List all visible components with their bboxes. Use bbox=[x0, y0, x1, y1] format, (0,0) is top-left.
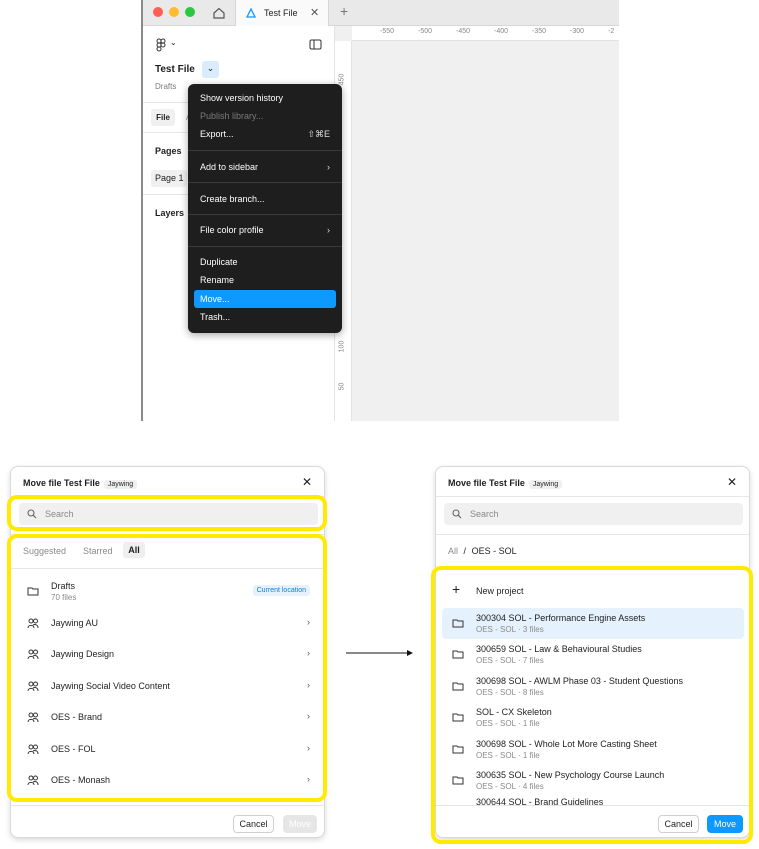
pages-label: Pages bbox=[155, 146, 182, 156]
breadcrumb-separator: / bbox=[463, 546, 467, 556]
menu-item-publish-library: Publish library... bbox=[200, 111, 264, 121]
ruler-tick-label: 450 bbox=[338, 73, 346, 86]
chevron-down-icon: ⌄ bbox=[206, 63, 215, 73]
search-highlight bbox=[7, 495, 327, 531]
ruler-tick-label: 100 bbox=[338, 340, 346, 353]
menu-item-file-color-profile[interactable]: File color profile › bbox=[194, 221, 336, 239]
menu-item-trash[interactable]: Trash... bbox=[194, 308, 336, 326]
shortcut-label: ⇧⌘E bbox=[307, 129, 330, 139]
dialog-title: Move file Test File Jaywing bbox=[448, 476, 563, 490]
tab-title: Test File bbox=[264, 8, 298, 18]
dialog-title-text: Move file Test File bbox=[23, 478, 100, 488]
tab-file[interactable]: File bbox=[151, 109, 175, 126]
page-item[interactable]: Page 1 bbox=[151, 170, 187, 187]
file-context-menu: Show version history Publish library... … bbox=[188, 84, 342, 333]
chevron-down-icon[interactable]: ⌄ bbox=[170, 38, 177, 47]
menu-item-rename[interactable]: Rename bbox=[194, 271, 336, 289]
file-location[interactable]: Drafts bbox=[155, 82, 176, 91]
ruler-tick-label: -400 bbox=[494, 28, 509, 35]
arrow-right-icon bbox=[346, 650, 413, 656]
breadcrumb-all[interactable]: All bbox=[448, 546, 458, 556]
project-list-highlight bbox=[431, 566, 753, 844]
file-menu-chevron-button[interactable]: ⌄ bbox=[202, 61, 219, 78]
ruler-tick-label: -500 bbox=[418, 28, 433, 35]
close-window-icon[interactable] bbox=[153, 7, 163, 17]
minimize-window-icon[interactable] bbox=[169, 7, 179, 17]
menu-item-create-branch[interactable]: Create branch... bbox=[194, 190, 336, 208]
chevron-right-icon: › bbox=[327, 225, 330, 235]
menu-item-show-version-history[interactable]: Show version history bbox=[194, 89, 336, 107]
ruler-tick-label: -300 bbox=[570, 28, 585, 35]
ruler-tick-label: -350 bbox=[532, 28, 547, 35]
breadcrumb: All / OES - SOL bbox=[448, 546, 517, 556]
menu-separator bbox=[188, 214, 342, 215]
canvas[interactable] bbox=[335, 26, 619, 421]
divider bbox=[11, 805, 324, 806]
figma-file-icon bbox=[245, 7, 257, 18]
menu-item-duplicate[interactable]: Duplicate bbox=[194, 253, 336, 271]
ruler-top: -550 -500 -450 -400 -350 -300 -2 bbox=[352, 26, 619, 41]
menu-item-move[interactable]: Move... bbox=[194, 290, 336, 308]
menu-item-label: File color profile bbox=[200, 225, 264, 235]
ruler-tick-label: -2 bbox=[608, 28, 615, 35]
layers-label: Layers bbox=[155, 208, 185, 218]
home-icon[interactable] bbox=[212, 6, 226, 20]
divider bbox=[436, 534, 749, 535]
chevron-right-icon: › bbox=[327, 162, 330, 172]
breadcrumb-current: OES - SOL bbox=[471, 546, 517, 556]
menu-separator bbox=[188, 246, 342, 247]
menu-item-label: Add to sidebar bbox=[200, 162, 259, 172]
dialog-title-text: Move file Test File bbox=[448, 478, 525, 488]
maximize-window-icon[interactable] bbox=[185, 7, 195, 17]
team-badge: Jaywing bbox=[103, 480, 138, 489]
divider bbox=[436, 496, 749, 497]
menu-item-add-to-sidebar[interactable]: Add to sidebar › bbox=[194, 158, 336, 176]
new-tab-icon[interactable]: + bbox=[340, 3, 348, 19]
menu-separator bbox=[188, 150, 342, 151]
move-button[interactable]: Move bbox=[283, 815, 317, 833]
search-input[interactable]: Search bbox=[444, 503, 743, 525]
cancel-button[interactable]: Cancel bbox=[233, 815, 274, 833]
close-icon[interactable]: ✕ bbox=[302, 476, 312, 488]
ruler-tick-label: 50 bbox=[338, 382, 346, 391]
dialog-title: Move file Test File Jaywing bbox=[23, 476, 138, 490]
menu-item-export[interactable]: Export... ⇧⌘E bbox=[194, 125, 336, 143]
file-name[interactable]: Test File bbox=[155, 64, 195, 75]
ruler-tick-label: -550 bbox=[380, 28, 395, 35]
list-highlight bbox=[7, 534, 327, 802]
sidebar-toggle-icon[interactable] bbox=[309, 39, 322, 50]
team-badge: Jaywing bbox=[528, 480, 563, 489]
ruler-tick-label: -450 bbox=[456, 28, 471, 35]
menu-separator bbox=[188, 182, 342, 183]
figma-logo-icon[interactable] bbox=[156, 38, 166, 52]
menu-item-label: Export... bbox=[200, 129, 234, 139]
search-icon bbox=[452, 509, 462, 519]
close-icon[interactable]: ✕ bbox=[727, 476, 737, 488]
tab-test-file[interactable]: Test File ✕ bbox=[235, 0, 329, 26]
close-tab-icon[interactable]: ✕ bbox=[310, 0, 319, 26]
